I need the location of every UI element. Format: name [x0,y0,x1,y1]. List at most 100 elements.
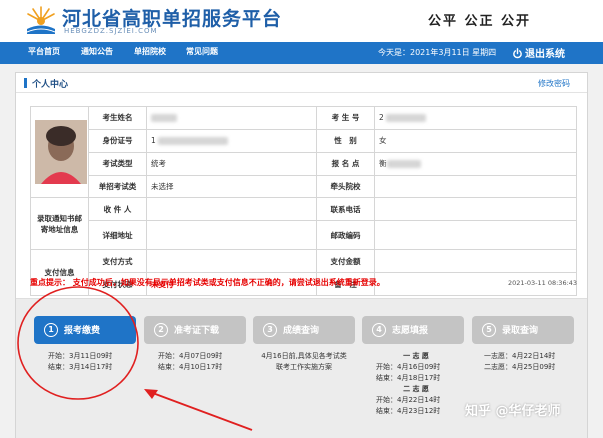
site-url: HEBGZDZ.SJZIEI.COM [64,27,158,35]
panel-header: 个人中心 修改密码 [16,73,587,93]
step-number: 1 [44,323,58,337]
step-number: 2 [154,323,168,337]
nav-item-home[interactable]: 平台首页 [28,46,60,57]
table-row: 录取通知书邮寄地址信息 收 件 人 联系电话 [30,197,577,251]
step-number: 3 [263,323,277,337]
step-volunteer-fill-button[interactable]: 4 志愿填报 [362,316,464,344]
id-prefix: 1 [151,136,156,146]
exam-no-value: 2 [374,106,577,130]
step-score-query-button[interactable]: 3 成绩查询 [253,316,355,344]
redacted-name [151,114,177,123]
candidate-photo [35,120,87,185]
table-row: 考试类型 统考 报 名 点 衡 [31,151,577,176]
schedule-end: 结束：3月14日17时 [48,363,113,371]
watermark: 知乎 @华仔老师 [465,404,561,419]
step-label: 报考缴费 [64,326,101,336]
category-label: 单招考试类 [88,174,147,199]
photo-cell [30,105,89,199]
notice-timestamp: 2021-03-11 08:36:43 [508,279,578,287]
step-label: 准考证下载 [174,326,220,336]
address-value [146,220,317,251]
schedule-line: 二志愿：4月25日09时 [484,363,556,371]
current-date: 今天是：2021年3月11日 星期四 [378,48,497,57]
receiver-value [146,197,317,222]
receiver-label: 收 件 人 [88,197,147,222]
page-root: 河北省高职单招服务平台 HEBGZDZ.SJZIEI.COM 公平 公正 公开 … [0,0,603,438]
step-admission-query-button[interactable]: 5 录取查询 [472,316,574,344]
main-nav: 平台首页 通知公告 单招院校 常见问题 今天是：2021年3月11日 星期四 退… [0,42,603,64]
table-row: 考生姓名 考 生 号 2 [30,105,577,199]
schedule-end: 结束：4月10日17时 [158,363,223,371]
step-label: 录取查询 [502,326,539,336]
pay-amount-label: 支付金额 [316,249,375,274]
second-choice-heading: 二 志 愿 [403,385,429,393]
schedule-start: 开始：3月11日09时 [48,352,113,360]
pay-method-value [146,249,317,274]
exam-type-value: 统考 [146,151,317,176]
table-row: 支付信息 支付方式 支付金额 [30,249,577,296]
lead-college-label: 牵头院校 [316,174,375,199]
pay-method-label: 支付方式 [88,249,147,274]
zip-value [374,220,577,251]
exam-type-label: 考试类型 [88,151,147,176]
schedule-start: 开始：4月07日09时 [158,352,223,360]
exam-no-label: 考 生 号 [316,106,375,130]
schedule-line: 联考工作实施方案 [276,363,332,371]
category-value: 未选择 [146,174,317,199]
personal-center-panel: 个人中心 修改密码 考生姓名 考 生 号 2 身份证号 1 性 别 女 考试类型… [15,72,588,438]
phone-label: 联系电话 [316,197,375,222]
redacted-site [386,160,421,169]
step-admission-ticket-button[interactable]: 2 准考证下载 [144,316,246,344]
name-value [146,106,317,130]
exam-no-prefix: 2 [379,113,384,123]
site-value: 衡 [374,151,577,176]
schedule-line: 4月16日前,具体见各考试类 [261,352,347,360]
site-label: 报 名 点 [316,151,375,176]
pay-section-label: 支付信息 [30,249,89,296]
phone-value [374,197,577,222]
step-4-schedule: 一 志 愿 开始：4月16日09时 结束：4月18日17时 二 志 愿 开始：4… [376,351,456,417]
mail-section-label: 录取通知书邮寄地址信息 [30,197,89,251]
schedule-end: 结束：4月23日12时 [376,407,441,415]
id-value: 1 [146,128,317,153]
candidate-info-table: 考生姓名 考 生 号 2 身份证号 1 性 别 女 考试类型 统考 报 名 点 … [30,105,577,296]
logo-icon [26,6,56,34]
photo-blurred-image [35,120,87,185]
step-5-schedule: 一志愿：4月22日14时 二志愿：4月25日09时 [484,351,555,373]
step-number: 4 [372,323,386,337]
id-label: 身份证号 [88,128,147,153]
logout-label: 退出系统 [525,49,565,60]
first-choice-heading: 一 志 愿 [403,352,429,360]
name-label: 考生姓名 [88,106,147,130]
step-number: 5 [482,323,496,337]
site-slogan: 公平 公正 公开 [428,14,532,29]
change-password-link[interactable]: 修改密码 [538,78,570,89]
table-row: 单招考试类 未选择 牵头院校 [31,174,577,199]
redacted-exam-no [386,114,427,123]
zip-label: 邮政编码 [316,220,375,251]
step-apply-pay-button[interactable]: 1 报考缴费 [34,316,136,344]
logout-button[interactable]: 退出系统 [512,45,565,60]
redacted-id [158,137,229,146]
nav-item-faq[interactable]: 常见问题 [186,46,218,57]
step-3-schedule: 4月16日前,具体见各考试类 联考工作实施方案 [254,351,354,373]
lead-college-value [374,174,577,199]
site-header: 河北省高职单招服务平台 HEBGZDZ.SJZIEI.COM 公平 公正 公开 [0,0,603,42]
schedule-line: 一志愿：4月22日14时 [484,352,556,360]
panel-title: 个人中心 [32,80,69,90]
important-notice: 重点提示： 支付成功后，如果没有显示单招考试类或支付信息不正确的，请尝试退出系统… [30,278,385,287]
schedule-end: 结束：4月18日17时 [376,374,441,382]
table-row: 身份证号 1 性 别 女 [31,128,577,153]
schedule-start: 开始：4月22日14时 [376,396,441,404]
step-2-schedule: 开始：4月07日09时 结束：4月10日17时 [158,351,222,373]
power-icon [513,48,522,59]
site-prefix: 衡 [379,159,387,169]
pay-amount-value [374,249,577,274]
nav-item-colleges[interactable]: 单招院校 [134,46,166,57]
gender-value: 女 [374,128,577,153]
panel-marker [24,78,27,88]
schedule-start: 开始：4月16日09时 [376,363,441,371]
step-label: 成绩查询 [283,326,320,336]
gender-label: 性 别 [316,128,375,153]
nav-item-notices[interactable]: 通知公告 [81,46,113,57]
